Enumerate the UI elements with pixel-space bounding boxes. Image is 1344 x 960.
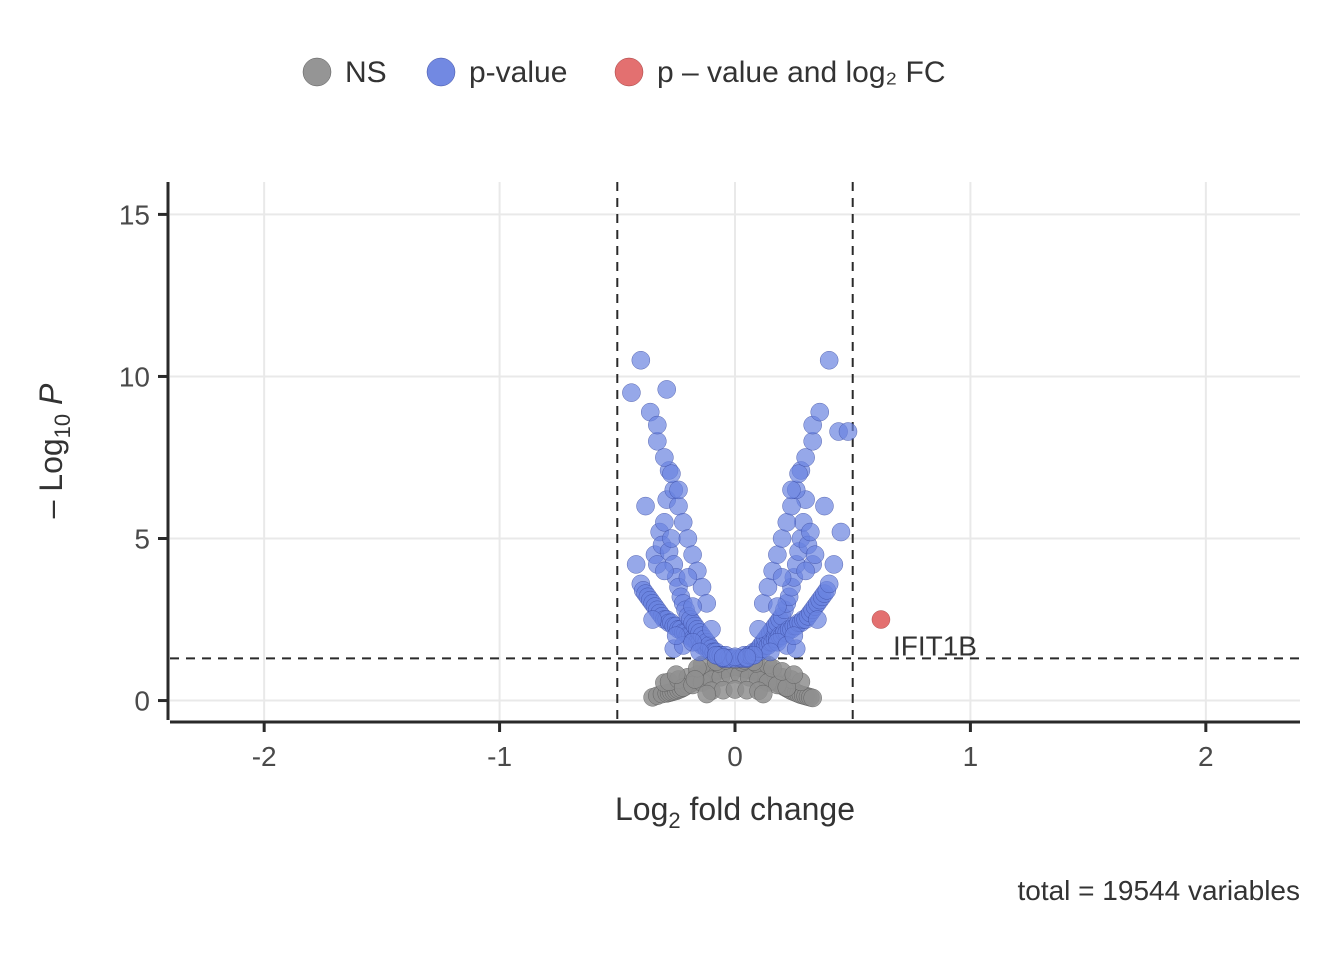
svg-text:5: 5	[134, 524, 150, 555]
data-point	[804, 432, 822, 450]
data-point	[761, 643, 779, 661]
data-point	[702, 620, 720, 638]
data-point	[801, 523, 819, 541]
data-point	[808, 611, 826, 629]
data-point	[674, 513, 692, 531]
data-point	[655, 513, 673, 531]
legend-both-label: p – value and log₂ FC	[657, 56, 946, 89]
data-point	[778, 513, 796, 531]
data-point	[670, 497, 688, 515]
data-point	[825, 555, 843, 573]
svg-text:2: 2	[1198, 741, 1214, 772]
legend: NS p-value p – value and log₂ FC	[303, 56, 946, 89]
data-point	[811, 403, 829, 421]
data-point	[658, 380, 676, 398]
x-axis-title: Log2 fold change	[615, 791, 855, 833]
data-point	[773, 568, 791, 586]
data-points	[622, 351, 890, 707]
svg-text:-2: -2	[252, 741, 277, 772]
data-point	[839, 423, 857, 441]
data-point	[773, 530, 791, 548]
data-point	[698, 685, 716, 703]
caption: total = 19544 variables	[1017, 875, 1300, 906]
data-point	[648, 416, 666, 434]
annotation-label: IFIT1B	[893, 631, 977, 662]
data-point	[820, 351, 838, 369]
data-point	[655, 562, 673, 580]
data-point	[750, 620, 768, 638]
data-point	[783, 497, 801, 515]
volcano-plot: NS p-value p – value and log₂ FC IFIT1B …	[0, 0, 1344, 960]
svg-text:10: 10	[119, 361, 150, 392]
data-point	[627, 555, 645, 573]
svg-text:-1: -1	[487, 741, 512, 772]
data-point	[655, 448, 673, 466]
data-point	[832, 523, 850, 541]
svg-text:15: 15	[119, 199, 150, 230]
data-point	[644, 611, 662, 629]
data-point	[815, 497, 833, 515]
data-point	[783, 481, 801, 499]
svg-text:1: 1	[963, 741, 979, 772]
data-point	[768, 598, 786, 616]
data-point	[679, 530, 697, 548]
data-point	[622, 384, 640, 402]
y-axis-title: – Log10 P	[33, 383, 75, 518]
grid	[170, 182, 1300, 720]
svg-text:0: 0	[134, 686, 150, 717]
data-point	[667, 627, 685, 645]
data-point	[806, 546, 824, 564]
data-point	[804, 689, 822, 707]
data-point	[790, 465, 808, 483]
data-point	[684, 598, 702, 616]
data-point	[872, 611, 890, 629]
data-point	[667, 666, 685, 684]
data-point	[662, 530, 680, 548]
legend-ns-label: NS	[345, 56, 387, 89]
data-point	[637, 497, 655, 515]
data-point	[686, 670, 704, 688]
data-point	[714, 648, 732, 666]
data-point	[768, 546, 786, 564]
data-point	[632, 351, 650, 369]
data-point	[691, 643, 709, 661]
data-point	[820, 575, 838, 593]
data-point	[670, 481, 688, 499]
data-point	[648, 432, 666, 450]
data-point	[684, 546, 702, 564]
data-point	[797, 562, 815, 580]
data-point	[797, 448, 815, 466]
data-point	[785, 627, 803, 645]
data-point	[662, 465, 680, 483]
annotations: IFIT1B	[893, 631, 977, 662]
data-point	[738, 648, 756, 666]
data-point	[679, 568, 697, 586]
legend-pvalue-label: p-value	[469, 56, 567, 89]
data-point	[785, 666, 803, 684]
data-point	[754, 685, 772, 703]
svg-text:0: 0	[727, 741, 743, 772]
